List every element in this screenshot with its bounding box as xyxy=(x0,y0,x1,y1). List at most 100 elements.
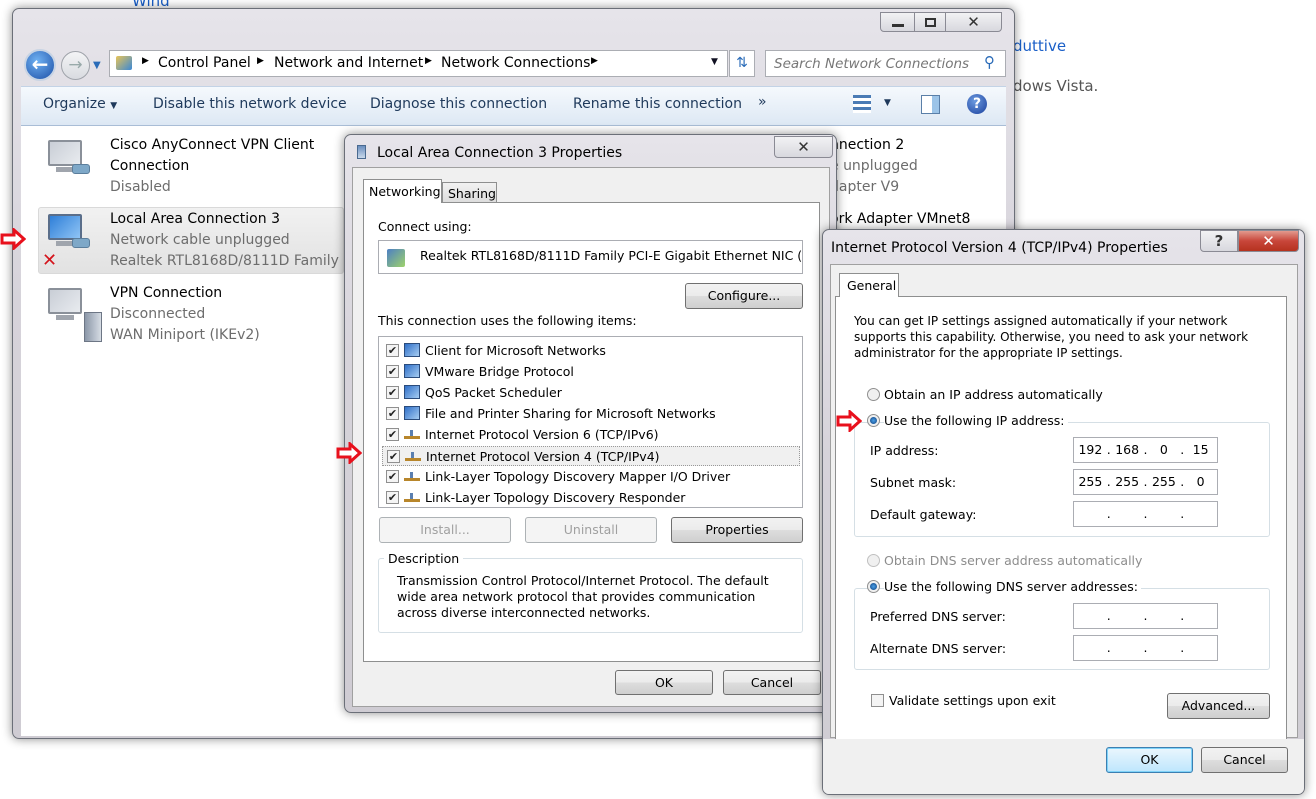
intro-text: You can get IP settings assigned automat… xyxy=(854,314,1249,360)
default-gateway-field[interactable]: ... xyxy=(1073,501,1218,527)
mask-octet[interactable]: 0 xyxy=(1184,470,1217,494)
install-button[interactable]: Install... xyxy=(379,517,511,543)
component-checkbox[interactable]: ✔ xyxy=(386,344,399,357)
component-item[interactable]: ✔ Internet Protocol Version 6 (TCP/IPv6) xyxy=(382,425,800,445)
background-link[interactable]: duttive xyxy=(1013,37,1066,55)
validate-label[interactable]: Validate settings upon exit xyxy=(889,693,1056,708)
connection-device: dapter V9 xyxy=(830,179,900,195)
forward-button[interactable]: → xyxy=(61,51,90,80)
ip-address-field[interactable]: 192. 168. 0. 15 xyxy=(1073,437,1218,463)
preview-pane-icon[interactable] xyxy=(921,95,940,114)
breadcrumb-separator[interactable]: ▶ xyxy=(142,56,149,66)
use-dns-radio[interactable] xyxy=(867,580,880,593)
component-checkbox[interactable]: ✔ xyxy=(386,470,399,483)
minimize-button[interactable] xyxy=(880,12,915,32)
view-options-icon[interactable] xyxy=(853,95,871,113)
component-label: QoS Packet Scheduler xyxy=(425,385,562,400)
search-icon[interactable]: ⚲ xyxy=(984,53,995,71)
ok-button[interactable]: OK xyxy=(1106,747,1193,773)
component-item[interactable]: ✔ File and Printer Sharing for Microsoft … xyxy=(382,404,800,424)
ip-octet[interactable]: 168 xyxy=(1111,438,1144,462)
use-ip-label[interactable]: Use the following IP address: xyxy=(884,413,1068,428)
help-button[interactable]: ? xyxy=(1200,230,1238,252)
search-box[interactable]: Search Network Connections ⚲ xyxy=(765,50,1006,77)
cancel-button[interactable]: Cancel xyxy=(723,670,821,695)
use-dns-label[interactable]: Use the following DNS server addresses: xyxy=(884,579,1141,594)
connection-name[interactable]: nnection 2 xyxy=(830,137,904,153)
annotation-arrow-icon xyxy=(336,442,362,464)
subnet-mask-field[interactable]: 255. 255. 255. 0 xyxy=(1073,469,1218,495)
ip-octet[interactable]: 15 xyxy=(1184,438,1217,462)
close-button[interactable]: ✕ xyxy=(1238,230,1299,252)
component-item[interactable]: ✔ VMware Bridge Protocol xyxy=(382,362,800,382)
ip-octet[interactable]: 0 xyxy=(1148,438,1181,462)
cancel-button[interactable]: Cancel xyxy=(1201,747,1288,773)
connection-status: Disconnected xyxy=(110,306,206,322)
breadcrumb-network-connections[interactable]: Network Connections xyxy=(441,55,590,71)
advanced-button[interactable]: Advanced... xyxy=(1167,693,1270,719)
component-checkbox[interactable]: ✔ xyxy=(386,407,399,420)
refresh-button[interactable]: ⇅ xyxy=(729,50,755,77)
more-commands-button[interactable]: » xyxy=(758,94,767,110)
ip-octet[interactable]: 192 xyxy=(1074,438,1107,462)
uninstall-button[interactable]: Uninstall xyxy=(525,517,657,543)
dialog-title: Local Area Connection 3 Properties xyxy=(377,145,623,161)
diagnose-button[interactable]: Diagnose this connection xyxy=(370,96,547,112)
connection-name[interactable]: Connection xyxy=(110,158,189,174)
item-properties-button[interactable]: Properties xyxy=(671,517,803,543)
component-label: File and Printer Sharing for Microsoft N… xyxy=(425,406,716,421)
disable-device-button[interactable]: Disable this network device xyxy=(153,96,347,112)
breadcrumb-separator[interactable]: ▶ xyxy=(425,56,432,66)
connection-name[interactable]: Local Area Connection 3 xyxy=(110,211,280,227)
ip-address-label: IP address: xyxy=(870,443,939,458)
connection-name[interactable]: Cisco AnyConnect VPN Client xyxy=(110,137,314,153)
tab-sharing[interactable]: Sharing xyxy=(442,182,497,203)
configure-button[interactable]: Configure... xyxy=(685,283,803,309)
mask-octet[interactable]: 255 xyxy=(1074,470,1107,494)
component-checkbox[interactable]: ✔ xyxy=(386,365,399,378)
tab-general[interactable]: General xyxy=(839,273,899,297)
maximize-button[interactable] xyxy=(914,12,946,32)
protocol-component-icon xyxy=(404,493,420,502)
mask-octet[interactable]: 255 xyxy=(1148,470,1181,494)
organize-menu[interactable]: Organize ▼ xyxy=(43,96,117,112)
connection-name[interactable]: VPN Connection xyxy=(110,285,222,301)
preferred-dns-field[interactable]: ... xyxy=(1073,603,1218,629)
component-item[interactable]: ✔ Link-Layer Topology Discovery Responder xyxy=(382,488,800,508)
component-item[interactable]: ✔ Client for Microsoft Networks xyxy=(382,341,800,361)
component-checkbox[interactable]: ✔ xyxy=(386,428,399,441)
close-button[interactable]: ✕ xyxy=(774,136,833,158)
alternate-dns-field[interactable]: ... xyxy=(1073,635,1218,661)
help-icon[interactable]: ? xyxy=(967,94,987,114)
breadcrumb-network-and-internet[interactable]: Network and Internet xyxy=(274,55,423,71)
component-checkbox[interactable]: ✔ xyxy=(386,491,399,504)
component-item[interactable]: ✔ Link-Layer Topology Discovery Mapper I/… xyxy=(382,467,800,487)
address-dropdown[interactable]: ▼ xyxy=(711,57,718,67)
adapter-name: Realtek RTL8168D/8111D Family PCI-E Giga… xyxy=(420,248,803,263)
close-button[interactable]: ✕ xyxy=(945,12,1002,32)
validate-checkbox[interactable] xyxy=(871,694,884,707)
component-checkbox[interactable]: ✔ xyxy=(386,386,399,399)
breadcrumb-separator[interactable]: ▶ xyxy=(257,56,264,66)
connection-status: Disabled xyxy=(110,179,171,195)
address-bar[interactable]: ▶ Control Panel ▶ Network and Internet ▶… xyxy=(109,50,728,77)
tab-label: Sharing xyxy=(448,186,496,201)
obtain-ip-radio[interactable] xyxy=(867,388,880,401)
recent-pages-dropdown[interactable]: ▼ xyxy=(93,60,101,71)
connection-name[interactable]: ork Adapter VMnet8 xyxy=(830,211,970,227)
component-item[interactable]: ✔ QoS Packet Scheduler xyxy=(382,383,800,403)
obtain-ip-label[interactable]: Obtain an IP address automatically xyxy=(884,387,1103,402)
component-checkbox[interactable]: ✔ xyxy=(387,450,400,463)
ok-button[interactable]: OK xyxy=(615,670,713,695)
mask-octet[interactable]: 255 xyxy=(1111,470,1144,494)
breadcrumb-control-panel[interactable]: Control Panel xyxy=(158,55,251,71)
tab-networking[interactable]: Networking xyxy=(363,179,442,203)
component-item[interactable]: ✔ Internet Protocol Version 4 (TCP/IPv4) xyxy=(382,446,800,466)
use-ip-radio[interactable] xyxy=(867,414,880,427)
view-dropdown[interactable]: ▼ xyxy=(884,98,891,108)
breadcrumb-separator[interactable]: ▶ xyxy=(591,56,598,66)
background-text: dows Vista. xyxy=(1013,77,1099,95)
annotation-arrow-icon xyxy=(0,228,26,250)
rename-button[interactable]: Rename this connection xyxy=(573,96,742,112)
back-button[interactable]: ← xyxy=(24,49,56,81)
